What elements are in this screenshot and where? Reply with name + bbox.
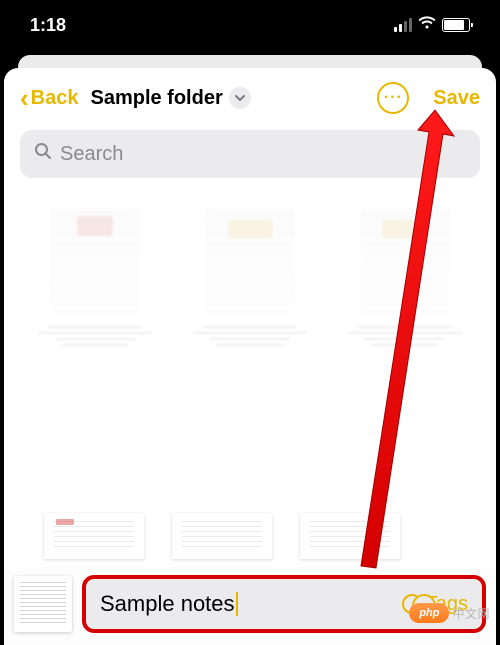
- search-placeholder: Search: [60, 143, 123, 166]
- watermark: php 中文网: [409, 603, 490, 623]
- page-thumbnail[interactable]: [44, 513, 144, 559]
- chevron-left-icon: ‹: [20, 85, 29, 111]
- nav-bar: ‹ Back Sample folder ··· Save: [4, 68, 496, 124]
- cellular-icon: [394, 18, 412, 32]
- back-label: Back: [31, 87, 79, 110]
- status-bar: 1:18: [0, 0, 500, 50]
- page-thumbnail[interactable]: [300, 513, 400, 559]
- battery-icon: [442, 18, 470, 32]
- text-cursor: [236, 592, 238, 616]
- chevron-down-icon: [229, 87, 251, 109]
- search-icon: [34, 142, 52, 166]
- page-thumbnails: [4, 505, 496, 567]
- status-indicators: [394, 16, 470, 35]
- status-time: 1:18: [30, 15, 66, 36]
- folder-selector[interactable]: Sample folder: [90, 87, 250, 110]
- notes-grid: [4, 188, 496, 505]
- back-button[interactable]: ‹ Back: [20, 85, 78, 111]
- folder-name: Sample folder: [90, 87, 222, 110]
- more-button[interactable]: ···: [377, 82, 409, 114]
- save-button[interactable]: Save: [433, 87, 480, 110]
- search-input[interactable]: Search: [20, 130, 480, 178]
- page-thumbnail[interactable]: [172, 513, 272, 559]
- main-sheet: ‹ Back Sample folder ··· Save Search: [4, 68, 496, 645]
- ellipsis-icon: ···: [384, 89, 403, 107]
- document-thumbnail[interactable]: [14, 576, 72, 632]
- wifi-icon: [418, 16, 436, 35]
- note-preview[interactable]: [337, 208, 472, 408]
- note-preview[interactable]: [28, 208, 163, 408]
- note-preview[interactable]: [183, 208, 318, 408]
- title-input[interactable]: Sample notes: [100, 591, 238, 617]
